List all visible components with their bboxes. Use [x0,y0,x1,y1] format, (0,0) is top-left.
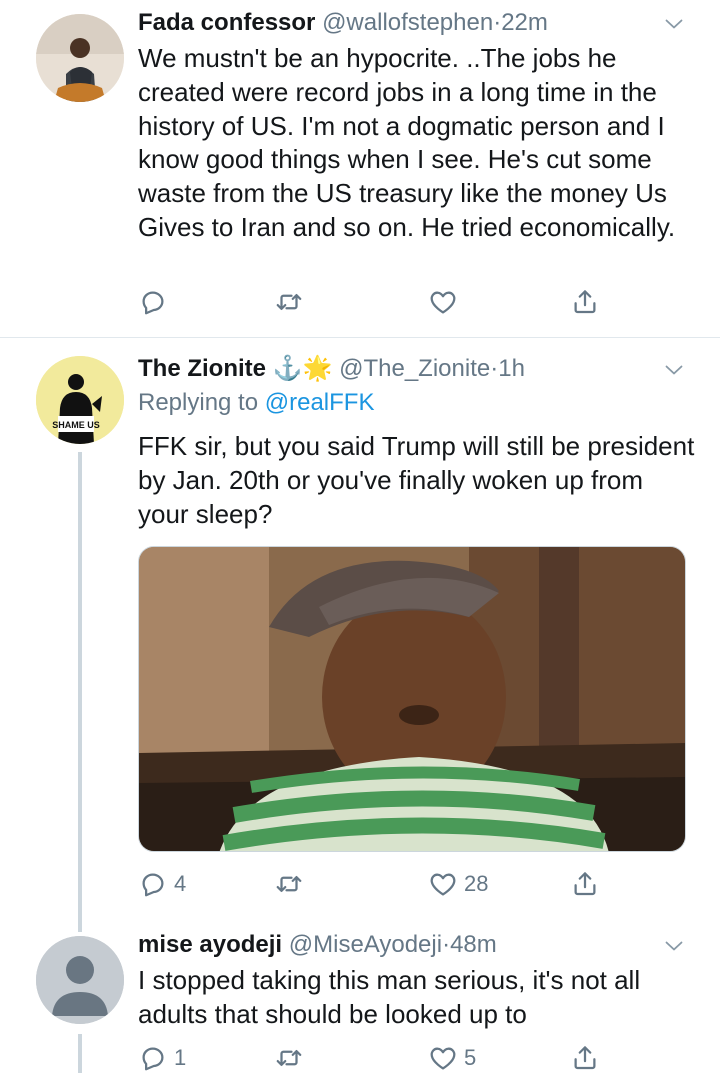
reply-count: 4 [174,871,187,896]
tweet-actions: 4 28 [138,864,700,904]
retweet-icon [274,287,304,317]
tweet-header: The Zionite ⚓🌟 @The_Zionite·1h [138,352,700,386]
tweet-image[interactable] [138,546,686,852]
thread-line [78,1034,82,1073]
replying-to: Replying to @realFFK [138,386,700,420]
heart-icon [428,869,458,899]
separator: · [493,9,502,36]
share-icon [570,869,600,899]
tweet-actions [138,282,700,322]
tweet-header: Fada confessor @wallofstephen·22m [138,6,700,40]
reply-button[interactable] [138,282,174,322]
name-emoji: ⚓🌟 [272,355,333,382]
retweet-button[interactable] [274,1038,304,1073]
tweet[interactable]: SHAME US The Zionite ⚓🌟 @The_Zionite·1h … [0,338,720,918]
thread-line [78,918,82,932]
display-name[interactable]: The Zionite [138,355,266,382]
reply-button[interactable]: 1 [138,1038,186,1073]
heart-icon [428,287,458,317]
retweet-button[interactable] [274,864,304,904]
reply-count: 1 [174,1045,187,1070]
reply-icon [138,869,168,899]
like-count: 28 [464,871,489,896]
display-name[interactable]: Fada confessor [138,9,315,36]
share-icon [570,1043,600,1073]
tweet-content: Fada confessor @wallofstephen·22m We mus… [138,6,700,245]
chevron-down-icon[interactable] [662,358,686,382]
retweet-button[interactable] [274,282,304,322]
display-name[interactable]: mise ayodeji [138,931,282,958]
timestamp[interactable]: 22m [501,9,548,36]
like-count: 5 [464,1045,477,1070]
retweet-icon [274,1043,304,1073]
like-button[interactable]: 28 [428,864,488,904]
avatar-caption: SHAME US [52,420,100,430]
chevron-down-icon[interactable] [662,12,686,36]
share-button[interactable] [570,864,600,904]
share-button[interactable] [570,282,600,322]
thread-line [78,452,82,918]
user-handle[interactable]: @The_Zionite [339,355,490,382]
avatar[interactable] [36,14,124,102]
user-handle[interactable]: @MiseAyodeji [289,931,442,958]
tweet-text: We mustn't be an hypocrite. ..The jobs h… [138,43,676,242]
retweet-icon [274,869,304,899]
tweet[interactable]: mise ayodeji @MiseAyodeji·48m I stopped … [0,918,720,1073]
tweet-text: FFK sir, but you said Trump will still b… [138,431,695,529]
tweet-content: mise ayodeji @MiseAyodeji·48m I stopped … [138,928,700,1032]
avatar[interactable] [36,936,124,1024]
tweet[interactable]: Fada confessor @wallofstephen·22m We mus… [0,0,720,338]
timestamp[interactable]: 1h [498,355,525,382]
separator: · [442,931,451,958]
avatar[interactable]: SHAME US [36,356,124,444]
tweet-header: mise ayodeji @MiseAyodeji·48m [138,928,700,962]
tweet-text: I stopped taking this man serious, it's … [138,965,641,1029]
timestamp[interactable]: 48m [450,931,497,958]
user-handle[interactable]: @wallofstephen [322,9,493,36]
reply-button[interactable]: 4 [138,864,186,904]
share-button[interactable] [570,1038,600,1073]
reply-icon [138,1043,168,1073]
mention-link[interactable]: @realFFK [265,389,375,416]
replying-to-label: Replying to [138,389,259,416]
tweet-actions: 1 5 [138,1038,700,1073]
share-icon [570,287,600,317]
tweet-content: The Zionite ⚓🌟 @The_Zionite·1h Replying … [138,352,700,531]
chevron-down-icon[interactable] [662,934,686,958]
reply-icon [138,287,168,317]
like-button[interactable]: 5 [428,1038,476,1073]
heart-icon [428,1043,458,1073]
like-button[interactable] [428,282,464,322]
